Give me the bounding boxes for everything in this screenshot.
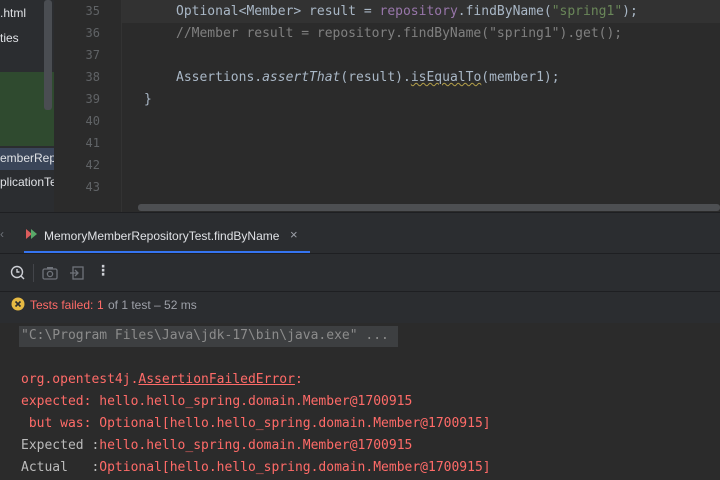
actual-label: Actual :	[21, 460, 100, 475]
editor-horizontal-scrollbar[interactable]	[138, 204, 720, 211]
more-options-icon[interactable]: ⋮	[96, 263, 110, 279]
tree-item-html[interactable]: .html	[0, 6, 26, 20]
code-line-35[interactable]: Optional<Member> result = repository.fin…	[176, 4, 638, 19]
gutter-divider	[121, 0, 122, 212]
code-line-36[interactable]: //Member result = repository.findByName(…	[176, 26, 622, 41]
line-number: 41	[85, 136, 100, 150]
error-colon: :	[294, 372, 303, 387]
line-number-gutter: 35 36 37 38 39 40 41 42 43	[54, 0, 122, 212]
toolbar-separator	[33, 264, 34, 282]
tests-failed-label: Tests failed:	[30, 298, 94, 312]
code-token: );	[622, 4, 638, 19]
console-error-line: org.opentest4j.AssertionFailedError:	[21, 372, 303, 387]
line-number: 40	[85, 114, 100, 128]
code-token-field: repository	[379, 4, 458, 19]
code-token: (member1);	[481, 70, 560, 85]
actual-value: Optional[hello.hello_spring.domain.Membe…	[99, 460, 491, 475]
code-line-39[interactable]: }	[144, 92, 152, 107]
line-number: 37	[85, 48, 100, 62]
console-expected-line: expected: hello.hello_spring.domain.Memb…	[21, 394, 413, 409]
camera-icon[interactable]	[42, 266, 58, 280]
tree-item-properties[interactable]: ties	[0, 31, 19, 45]
tree-scrollbar[interactable]	[44, 0, 52, 110]
tree-item-memory-member-repository[interactable]: emberRepo	[0, 151, 54, 165]
error-class-link[interactable]: AssertionFailedError	[138, 372, 295, 387]
project-tree-panel: .html ties emberRepo plicationTe	[0, 0, 54, 212]
run-tab-bar: ‹ MemoryMemberRepositoryTest.findByName …	[0, 213, 720, 253]
error-circle-icon	[11, 297, 25, 311]
line-number: 36	[85, 26, 100, 40]
code-token: Optional<Member> result =	[176, 4, 380, 19]
test-status-row: Tests failed: 1 of 1 test – 52 ms	[0, 291, 720, 324]
code-token: .findByName(	[457, 4, 552, 19]
tests-detail: of 1 test – 52 ms	[108, 298, 197, 312]
line-number: 35	[85, 4, 100, 18]
expected-value: hello.hello_spring.domain.Member@1700915	[99, 438, 413, 453]
chevron-left-icon[interactable]: ‹	[0, 227, 4, 241]
console-butwas-line: but was: Optional[hello.hello_spring.dom…	[21, 416, 491, 431]
line-number: 42	[85, 158, 100, 172]
code-token-string: "spring1"	[551, 4, 623, 19]
clock-history-icon[interactable]	[10, 265, 26, 281]
code-token-warning: isEqualTo	[410, 70, 482, 85]
import-test-results-icon[interactable]	[69, 265, 85, 281]
tests-failed-count: 1	[97, 298, 104, 312]
code-token: Assertions.	[176, 70, 263, 85]
error-package: org.opentest4j.	[21, 372, 139, 387]
console-output[interactable]: "C:\Program Files\Java\jdk-17\bin\java.e…	[0, 323, 720, 480]
line-number: 43	[85, 180, 100, 194]
line-number: 39	[85, 92, 100, 106]
console-actual-compare: Actual :Optional[hello.hello_spring.doma…	[21, 460, 491, 475]
line-number: 38	[85, 70, 100, 84]
console-expected-compare: Expected :hello.hello_spring.domain.Memb…	[21, 438, 412, 453]
close-tab-icon[interactable]: ×	[290, 227, 298, 242]
run-toolbar: ⋮	[0, 253, 720, 292]
run-tab-title[interactable]: MemoryMemberRepositoryTest.findByName	[44, 229, 279, 243]
console-command-line[interactable]: "C:\Program Files\Java\jdk-17\bin\java.e…	[21, 328, 389, 343]
code-token: (result).	[340, 70, 411, 85]
code-line-38[interactable]: Assertions.assertThat(result).isEqualTo(…	[176, 70, 560, 85]
tree-item-application-test[interactable]: plicationTe	[0, 175, 54, 189]
test-run-icon	[26, 229, 37, 239]
expected-label: Expected :	[21, 438, 100, 453]
code-token-static-method: assertThat	[262, 70, 341, 85]
